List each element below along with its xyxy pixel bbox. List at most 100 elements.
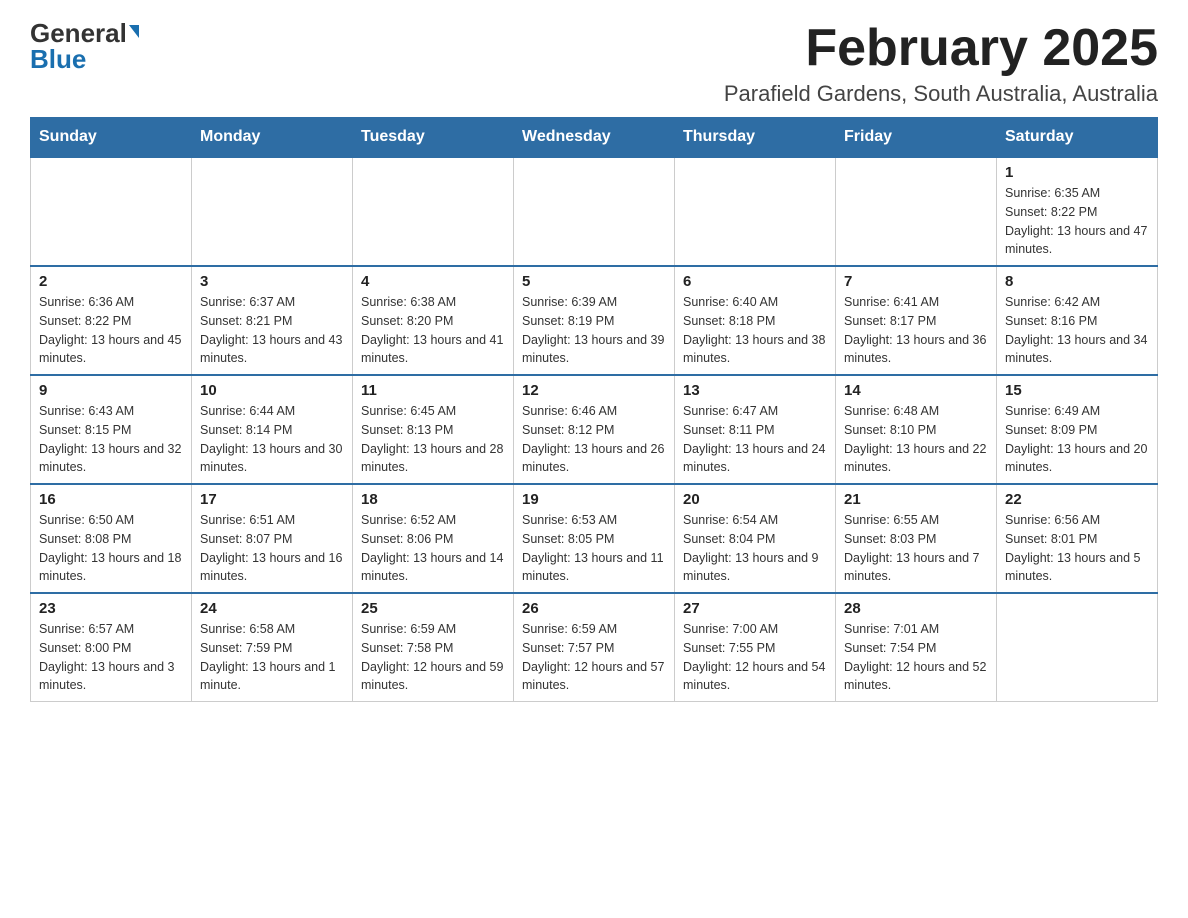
day-number: 4	[361, 273, 505, 290]
calendar-cell	[192, 157, 353, 266]
day-number: 15	[1005, 382, 1149, 399]
col-friday: Friday	[836, 118, 997, 158]
calendar-cell: 3 Sunrise: 6:37 AMSunset: 8:21 PMDaylight…	[192, 266, 353, 375]
calendar-cell: 26 Sunrise: 6:59 AMSunset: 7:57 PMDayligh…	[514, 593, 675, 702]
day-number: 13	[683, 382, 827, 399]
day-number: 3	[200, 273, 344, 290]
calendar-cell: 18 Sunrise: 6:52 AMSunset: 8:06 PMDayligh…	[353, 484, 514, 593]
calendar-week-row: 23 Sunrise: 6:57 AMSunset: 8:00 PMDayligh…	[31, 593, 1158, 702]
calendar-week-row: 1 Sunrise: 6:35 AMSunset: 8:22 PMDaylight…	[31, 157, 1158, 266]
calendar-week-row: 16 Sunrise: 6:50 AMSunset: 8:08 PMDayligh…	[31, 484, 1158, 593]
day-info: Sunrise: 6:40 AMSunset: 8:18 PMDaylight:…	[683, 293, 827, 368]
day-info: Sunrise: 6:41 AMSunset: 8:17 PMDaylight:…	[844, 293, 988, 368]
calendar-cell: 14 Sunrise: 6:48 AMSunset: 8:10 PMDayligh…	[836, 375, 997, 484]
calendar-cell: 8Sunrise: 6:42 AMSunset: 8:16 PMDaylight…	[997, 266, 1158, 375]
calendar-cell	[31, 157, 192, 266]
day-info: Sunrise: 6:59 AMSunset: 7:58 PMDaylight:…	[361, 620, 505, 695]
day-info: Sunrise: 6:47 AMSunset: 8:11 PMDaylight:…	[683, 402, 827, 477]
calendar-cell: 13 Sunrise: 6:47 AMSunset: 8:11 PMDayligh…	[675, 375, 836, 484]
day-number: 14	[844, 382, 988, 399]
day-info: Sunrise: 6:50 AMSunset: 8:08 PMDaylight:…	[39, 511, 183, 586]
day-number: 2	[39, 273, 183, 290]
day-info: Sunrise: 6:46 AMSunset: 8:12 PMDaylight:…	[522, 402, 666, 477]
calendar-cell	[836, 157, 997, 266]
day-info: Sunrise: 6:49 AMSunset: 8:09 PMDaylight:…	[1005, 402, 1149, 477]
calendar-week-row: 2 Sunrise: 6:36 AMSunset: 8:22 PMDaylight…	[31, 266, 1158, 375]
col-saturday: Saturday	[997, 118, 1158, 158]
day-info: Sunrise: 6:57 AMSunset: 8:00 PMDaylight:…	[39, 620, 183, 695]
calendar-cell: 21 Sunrise: 6:55 AMSunset: 8:03 PMDayligh…	[836, 484, 997, 593]
day-number: 28	[844, 600, 988, 617]
day-number: 17	[200, 491, 344, 508]
col-sunday: Sunday	[31, 118, 192, 158]
day-number: 20	[683, 491, 827, 508]
day-number: 1	[1005, 164, 1149, 181]
day-number: 21	[844, 491, 988, 508]
day-number: 6	[683, 273, 827, 290]
calendar-cell: 25 Sunrise: 6:59 AMSunset: 7:58 PMDayligh…	[353, 593, 514, 702]
col-monday: Monday	[192, 118, 353, 158]
logo-arrow-icon	[129, 25, 139, 38]
title-block: February 2025 Parafield Gardens, South A…	[724, 20, 1158, 107]
calendar-cell: 22 Sunrise: 6:56 AMSunset: 8:01 PMDayligh…	[997, 484, 1158, 593]
day-number: 23	[39, 600, 183, 617]
calendar-cell: 5 Sunrise: 6:39 AMSunset: 8:19 PMDaylight…	[514, 266, 675, 375]
day-number: 24	[200, 600, 344, 617]
calendar-cell: 24 Sunrise: 6:58 AMSunset: 7:59 PMDayligh…	[192, 593, 353, 702]
calendar-table: Sunday Monday Tuesday Wednesday Thursday…	[30, 117, 1158, 702]
day-number: 5	[522, 273, 666, 290]
day-number: 12	[522, 382, 666, 399]
calendar-cell: 27Sunrise: 7:00 AMSunset: 7:55 PMDayligh…	[675, 593, 836, 702]
calendar-cell: 2 Sunrise: 6:36 AMSunset: 8:22 PMDaylight…	[31, 266, 192, 375]
day-info: Sunrise: 6:35 AMSunset: 8:22 PMDaylight:…	[1005, 184, 1149, 259]
day-info: Sunrise: 6:52 AMSunset: 8:06 PMDaylight:…	[361, 511, 505, 586]
page-title: February 2025	[724, 20, 1158, 77]
day-info: Sunrise: 6:44 AMSunset: 8:14 PMDaylight:…	[200, 402, 344, 477]
calendar-cell	[997, 593, 1158, 702]
calendar-cell: 9 Sunrise: 6:43 AMSunset: 8:15 PMDaylight…	[31, 375, 192, 484]
day-info: Sunrise: 6:58 AMSunset: 7:59 PMDaylight:…	[200, 620, 344, 695]
day-number: 7	[844, 273, 988, 290]
day-info: Sunrise: 6:51 AMSunset: 8:07 PMDaylight:…	[200, 511, 344, 586]
calendar-cell	[675, 157, 836, 266]
day-number: 8	[1005, 273, 1149, 290]
day-number: 18	[361, 491, 505, 508]
calendar-cell: 19 Sunrise: 6:53 AMSunset: 8:05 PMDayligh…	[514, 484, 675, 593]
calendar-cell: 28Sunrise: 7:01 AMSunset: 7:54 PMDayligh…	[836, 593, 997, 702]
day-number: 16	[39, 491, 183, 508]
calendar-cell: 7 Sunrise: 6:41 AMSunset: 8:17 PMDaylight…	[836, 266, 997, 375]
calendar-cell: 17 Sunrise: 6:51 AMSunset: 8:07 PMDayligh…	[192, 484, 353, 593]
calendar-cell: 6 Sunrise: 6:40 AMSunset: 8:18 PMDaylight…	[675, 266, 836, 375]
day-info: Sunrise: 6:48 AMSunset: 8:10 PMDaylight:…	[844, 402, 988, 477]
day-number: 10	[200, 382, 344, 399]
day-number: 26	[522, 600, 666, 617]
calendar-cell: 23 Sunrise: 6:57 AMSunset: 8:00 PMDayligh…	[31, 593, 192, 702]
calendar-week-row: 9 Sunrise: 6:43 AMSunset: 8:15 PMDaylight…	[31, 375, 1158, 484]
logo-general-text: General	[30, 20, 127, 46]
col-thursday: Thursday	[675, 118, 836, 158]
day-info: Sunrise: 6:37 AMSunset: 8:21 PMDaylight:…	[200, 293, 344, 368]
day-info: Sunrise: 7:00 AMSunset: 7:55 PMDaylight:…	[683, 620, 827, 695]
day-info: Sunrise: 6:43 AMSunset: 8:15 PMDaylight:…	[39, 402, 183, 477]
day-info: Sunrise: 6:59 AMSunset: 7:57 PMDaylight:…	[522, 620, 666, 695]
day-info: Sunrise: 6:39 AMSunset: 8:19 PMDaylight:…	[522, 293, 666, 368]
day-number: 19	[522, 491, 666, 508]
logo: General Blue	[30, 20, 139, 72]
logo-blue-text: Blue	[30, 46, 86, 72]
day-number: 9	[39, 382, 183, 399]
calendar-cell: 11Sunrise: 6:45 AMSunset: 8:13 PMDayligh…	[353, 375, 514, 484]
calendar-cell	[514, 157, 675, 266]
calendar-cell: 15 Sunrise: 6:49 AMSunset: 8:09 PMDayligh…	[997, 375, 1158, 484]
calendar-cell: 12 Sunrise: 6:46 AMSunset: 8:12 PMDayligh…	[514, 375, 675, 484]
calendar-cell: 4Sunrise: 6:38 AMSunset: 8:20 PMDaylight…	[353, 266, 514, 375]
page-subtitle: Parafield Gardens, South Australia, Aust…	[724, 81, 1158, 107]
day-number: 22	[1005, 491, 1149, 508]
day-info: Sunrise: 6:36 AMSunset: 8:22 PMDaylight:…	[39, 293, 183, 368]
day-number: 25	[361, 600, 505, 617]
day-info: Sunrise: 6:53 AMSunset: 8:05 PMDaylight:…	[522, 511, 666, 586]
day-info: Sunrise: 6:45 AMSunset: 8:13 PMDaylight:…	[361, 402, 505, 477]
col-wednesday: Wednesday	[514, 118, 675, 158]
day-info: Sunrise: 6:56 AMSunset: 8:01 PMDaylight:…	[1005, 511, 1149, 586]
day-info: Sunrise: 6:55 AMSunset: 8:03 PMDaylight:…	[844, 511, 988, 586]
calendar-cell: 16 Sunrise: 6:50 AMSunset: 8:08 PMDayligh…	[31, 484, 192, 593]
